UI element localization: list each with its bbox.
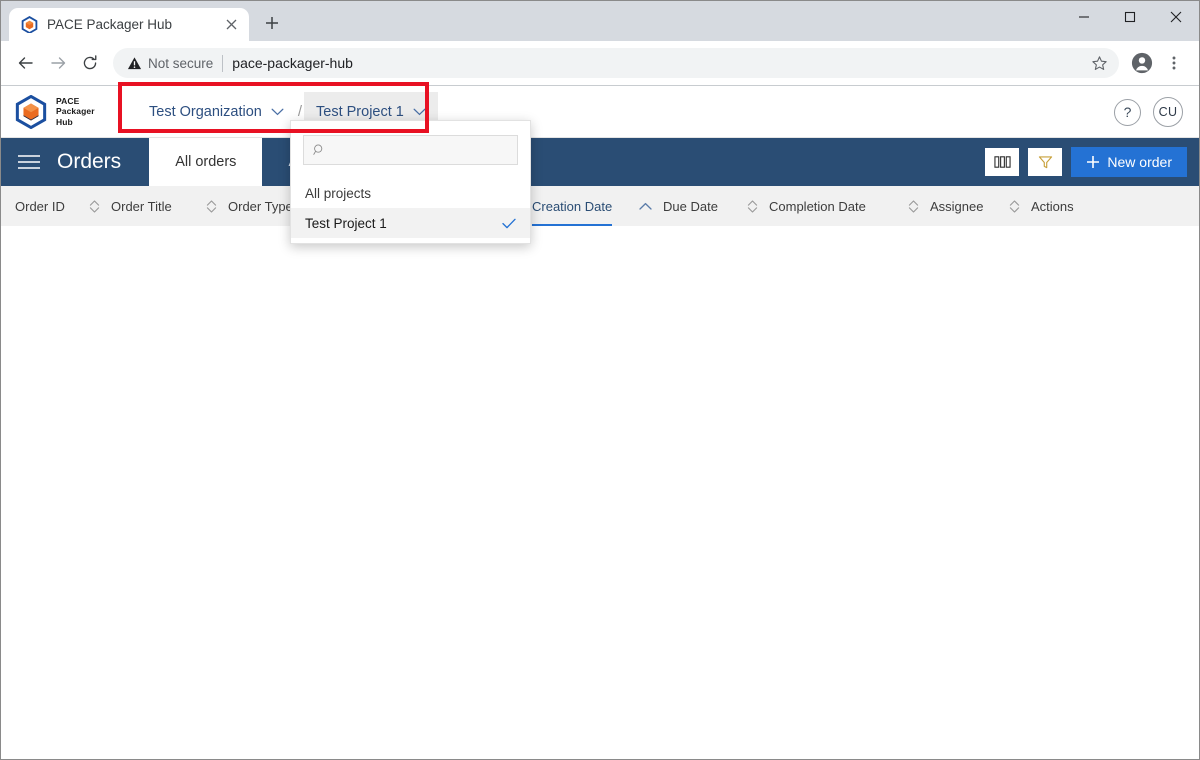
tab-strip: PACE Packager Hub [1,1,287,41]
column-due-date-label: Due Date [663,198,718,214]
browser-tab-title: PACE Packager Hub [47,17,173,32]
url-text[interactable]: pace-packager-hub [232,55,1078,71]
filter-button[interactable] [1028,148,1063,176]
sort-updown-icon[interactable] [206,199,217,213]
page-title: Orders [57,150,122,173]
column-order-title[interactable]: Order Title [111,186,206,226]
column-due-date[interactable]: Due Date [663,186,747,226]
avatar[interactable]: CU [1153,97,1183,127]
brand-line-3: Hub [56,116,73,127]
sort-updown-icon[interactable] [908,199,919,213]
sort-updown-icon[interactable] [89,199,100,213]
tab-all-orders[interactable]: All orders [149,138,263,186]
columns-button[interactable] [985,148,1020,176]
header-actions: ? CU [1114,86,1183,138]
browser-title-bar: PACE Packager Hub [1,1,1199,41]
brand-line-2: Packager [56,106,95,117]
column-order-type-label: Order Type [228,198,293,214]
organization-selector[interactable]: Test Organization [137,92,296,132]
cube-hexagon-icon [21,16,38,33]
new-tab-button[interactable] [257,8,287,38]
column-creation-date-label: Creation Date [532,186,613,226]
dropdown-item-label: Test Project 1 [305,215,387,231]
project-search-field[interactable] [303,135,518,165]
column-order-id[interactable]: Order ID [15,186,89,226]
help-button[interactable]: ? [1114,98,1141,126]
table-body-empty [1,226,1199,746]
reload-icon[interactable] [75,48,105,78]
table-header-row: Order ID Order Title Order Type Priority [1,186,1199,226]
new-order-button[interactable]: New order [1071,147,1187,177]
help-icon: ? [1123,104,1132,120]
window-controls [1061,1,1199,33]
avatar-initials: CU [1158,105,1178,119]
check-icon [502,218,516,228]
browser-tab[interactable]: PACE Packager Hub [9,8,249,41]
dropdown-item-all-projects[interactable]: All projects [291,178,530,208]
column-order-title-label: Order Title [111,198,172,214]
warning-triangle-icon [127,56,142,69]
maximize-icon[interactable] [1107,1,1153,33]
plus-icon [266,17,278,29]
close-icon[interactable] [221,15,241,35]
search-input[interactable] [332,142,508,158]
profile-avatar-icon[interactable] [1127,48,1157,78]
new-order-label: New order [1107,154,1172,170]
brand-line-1: PACE [56,95,80,106]
minimize-icon[interactable] [1061,1,1107,33]
project-dropdown-panel: All projects Test Project 1 [290,120,531,244]
app-nav-bar: Orders All orders Assigned to me Histori… [1,138,1199,186]
columns-icon [994,156,1011,168]
organization-label: Test Organization [149,103,262,120]
plus-icon [1087,156,1100,168]
address-bar[interactable]: Not secure pace-packager-hub [113,48,1119,78]
app-header: PACE Packager Hub Test Organization / Te… [1,86,1199,138]
column-completion-date[interactable]: Completion Date [769,186,908,226]
project-label: Test Project 1 [316,103,404,120]
back-arrow-icon[interactable] [11,48,41,78]
star-icon[interactable] [1085,49,1113,77]
omnibox-divider [222,54,224,72]
chevron-down-icon [271,108,284,115]
column-completion-date-label: Completion Date [769,198,866,214]
browser-window: PACE Packager Hub Not secure pace-packag… [0,0,1200,760]
security-indicator[interactable]: Not secure [127,56,213,71]
brand-text: PACE Packager Hub [56,96,95,127]
sort-updown-icon[interactable] [747,199,758,213]
chevron-down-icon [413,108,426,115]
forward-arrow-icon[interactable] [43,48,73,78]
column-actions-label: Actions [1031,198,1074,214]
orders-table: Order ID Order Title Order Type Priority [1,186,1199,746]
column-order-id-label: Order ID [15,198,65,214]
sort-asc-icon[interactable] [639,202,652,211]
tab-all-orders-label: All orders [175,154,237,170]
sort-updown-icon[interactable] [1009,199,1020,213]
hamburger-menu-icon[interactable] [1,138,57,186]
close-window-icon[interactable] [1153,1,1199,33]
column-actions[interactable]: Actions [1031,186,1074,226]
breadcrumb-separator: / [297,103,303,120]
nav-actions: New order [985,138,1187,186]
column-assignee[interactable]: Assignee [930,186,1009,226]
filter-funnel-icon [1038,155,1053,168]
three-dot-menu-icon[interactable] [1159,48,1189,78]
brand-logo[interactable]: PACE Packager Hub [15,94,111,129]
pace-cube-logo-icon [15,94,47,129]
dropdown-item-test-project-1[interactable]: Test Project 1 [291,208,530,238]
column-assignee-label: Assignee [930,198,984,214]
search-icon [313,144,323,155]
browser-toolbar: Not secure pace-packager-hub [1,41,1199,86]
dropdown-item-label: All projects [305,185,372,201]
column-creation-date[interactable]: Creation Date [532,186,639,226]
security-label: Not secure [148,55,214,71]
